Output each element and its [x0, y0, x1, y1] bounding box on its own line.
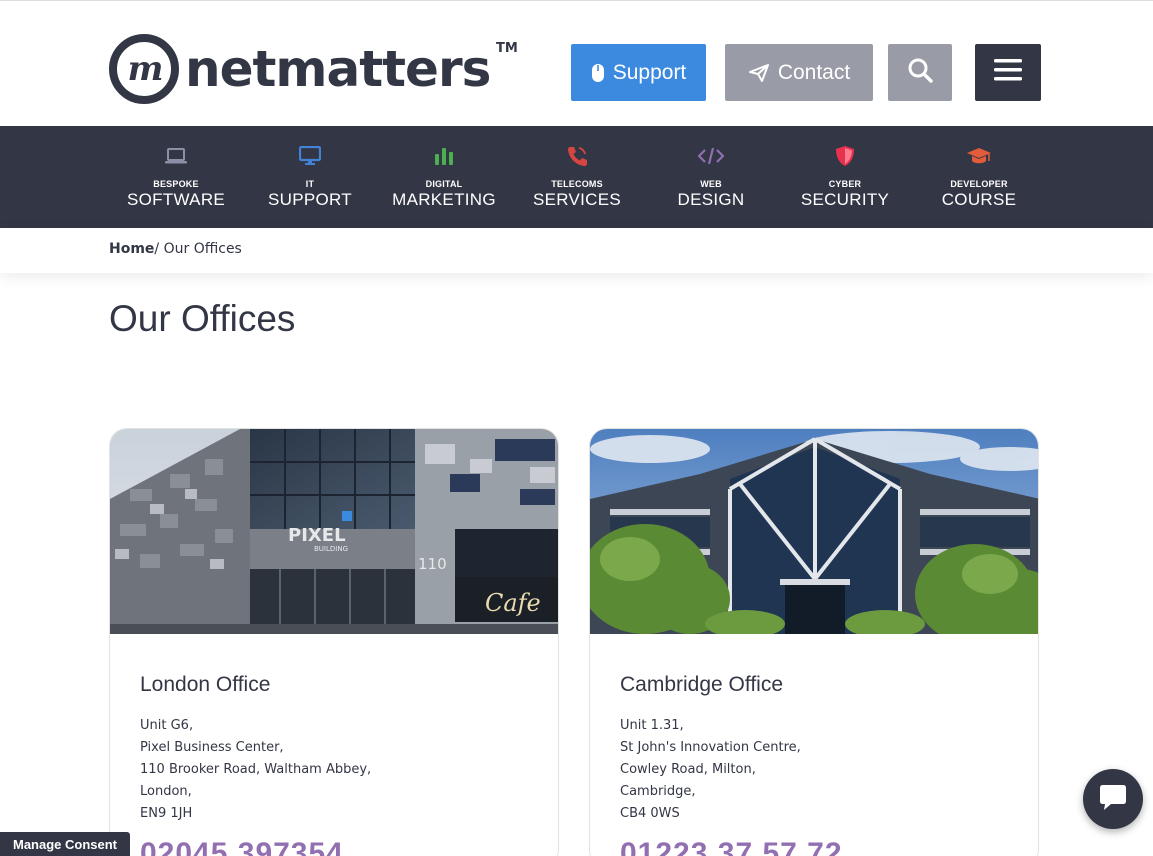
address-line: Pixel Business Center,	[140, 740, 284, 755]
nav-item-it-support[interactable]: IT SUPPORT	[243, 126, 377, 228]
office-title: Cambridge Office	[620, 673, 784, 696]
address-line: Unit G6,	[140, 718, 194, 733]
nav-big-label: SOFTWARE	[126, 190, 226, 209]
support-label: Support	[612, 60, 687, 84]
netmatters-logo[interactable]: m netmatters TM	[109, 34, 518, 104]
nav-small-label: DIGITAL	[425, 179, 463, 189]
page-title: Our Offices	[109, 298, 296, 339]
search-icon	[907, 57, 933, 89]
breadcrumb: Home/ Our Offices	[0, 228, 1153, 273]
nav-item-telecoms-services[interactable]: TELECOMS SERVICES	[510, 126, 644, 228]
address-line: 110 Brooker Road, Waltham Abbey,	[140, 762, 372, 777]
office-card-london[interactable]: PIXEL BUILDING 110 Cafe London Office Un…	[109, 428, 559, 856]
menu-button[interactable]	[975, 44, 1041, 101]
office-card-cambridge[interactable]: Cambridge Office Unit 1.31, St John's In…	[589, 428, 1039, 856]
nav-item-web-design[interactable]: WEB DESIGN	[644, 126, 778, 228]
nav-small-label: WEB	[700, 179, 722, 189]
nav-small-label: IT	[305, 179, 315, 189]
breadcrumb-home-link[interactable]: Home	[109, 241, 154, 257]
site-header: m netmatters TM Support Contact	[0, 0, 1153, 126]
building-sign-sub: BUILDING	[314, 545, 348, 553]
nav-small-label: CYBER	[828, 179, 862, 189]
trademark-symbol: TM	[496, 41, 518, 56]
logo-mark: m	[109, 34, 179, 104]
address-line: St John's Innovation Centre,	[620, 740, 801, 755]
nav-big-label: SERVICES	[532, 190, 622, 209]
manage-consent-button[interactable]: Manage Consent	[0, 832, 131, 856]
monitor-icon	[299, 145, 321, 167]
code-icon	[698, 145, 724, 167]
nav-small-label: TELECOMS	[551, 179, 603, 189]
office-title: London Office	[140, 673, 271, 696]
address-line: Cowley Road, Milton,	[620, 762, 756, 777]
nav-small-label: DEVELOPER	[950, 179, 1008, 189]
office-phone-link[interactable]: 02045 397354	[140, 837, 344, 856]
nav-big-label: COURSE	[941, 190, 1017, 209]
breadcrumb-current: / Our Offices	[154, 241, 242, 257]
address-line: London,	[140, 784, 192, 799]
office-address: Unit G6, Pixel Business Center, 110 Broo…	[140, 715, 371, 825]
bar-chart-icon	[434, 145, 454, 167]
graduation-cap-icon	[966, 145, 992, 167]
hamburger-icon	[994, 58, 1022, 88]
nav-item-digital-marketing[interactable]: DIGITAL MARKETING	[377, 126, 511, 228]
nav-item-cyber-security[interactable]: CYBER SECURITY	[778, 126, 912, 228]
office-address: Unit 1.31, St John's Innovation Centre, …	[620, 715, 801, 825]
nav-item-bespoke-software[interactable]: BESPOKE SOFTWARE	[109, 126, 243, 228]
main-nav: BESPOKE SOFTWARE IT SUPPORT DIGITAL MARK…	[0, 126, 1153, 228]
contact-button[interactable]: Contact	[725, 44, 873, 101]
nav-big-label: DESIGN	[677, 190, 745, 209]
support-button[interactable]: Support	[571, 44, 706, 101]
chat-bubble-icon	[1098, 782, 1128, 816]
phone-icon	[566, 145, 588, 167]
mouse-icon	[591, 63, 605, 83]
paper-plane-icon	[748, 63, 770, 83]
cambridge-office-photo	[590, 429, 1038, 634]
nav-item-developer-course[interactable]: DEVELOPER COURSE	[912, 126, 1046, 228]
pixel-building-sign: PIXEL	[288, 525, 346, 546]
search-button[interactable]	[888, 44, 952, 101]
laptop-icon	[164, 145, 188, 167]
london-office-photo: PIXEL BUILDING 110 Cafe	[110, 429, 558, 634]
contact-label: Contact	[777, 60, 851, 84]
nav-big-label: MARKETING	[392, 190, 496, 209]
nav-small-label: BESPOKE	[153, 179, 199, 189]
nav-big-label: SUPPORT	[268, 190, 352, 209]
cafe-sign: Cafe	[485, 589, 541, 617]
chat-button[interactable]	[1083, 769, 1143, 829]
address-line: EN9 1JH	[140, 806, 193, 821]
logo-text: netmatters	[185, 40, 491, 98]
address-line: CB4 0WS	[620, 806, 680, 821]
nav-big-label: SECURITY	[800, 190, 890, 209]
address-line: Unit 1.31,	[620, 718, 684, 733]
building-number: 110	[418, 555, 447, 573]
breadcrumb-trail: Home/ Our Offices	[109, 241, 242, 257]
office-phone-link[interactable]: 01223 37 57 72	[620, 837, 843, 856]
address-line: Cambridge,	[620, 784, 696, 799]
shield-icon	[835, 145, 855, 167]
